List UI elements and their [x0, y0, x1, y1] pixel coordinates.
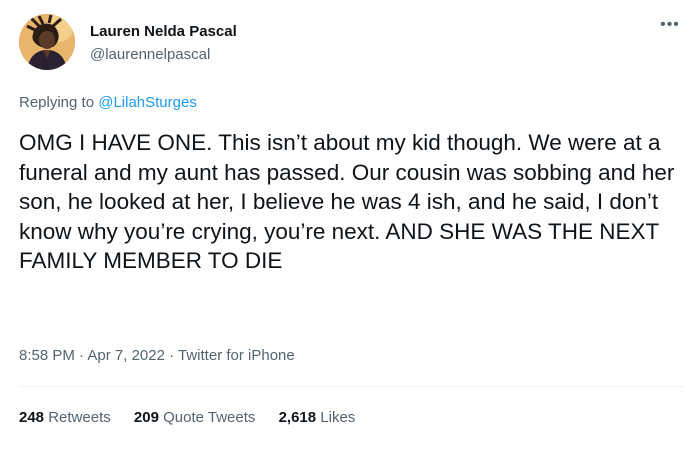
quote-tweets-stat[interactable]: 209 Quote Tweets [134, 408, 255, 428]
profile-photo-icon [19, 14, 75, 70]
tweet-card: Lauren Nelda Pascal @laurennelpascal •••… [0, 0, 700, 449]
more-horizontal-icon[interactable]: ••• [658, 17, 682, 38]
meta-separator: · [74, 347, 88, 364]
retweets-label: Retweets [48, 409, 111, 426]
retweets-count: 248 [19, 409, 45, 426]
tweet-source[interactable]: Twitter for iPhone [178, 347, 295, 364]
likes-stat[interactable]: 2,618 Likes [279, 408, 356, 428]
quote-tweets-count: 209 [133, 409, 159, 426]
tweet-stats: 248 Retweets 209 Quote Tweets 2,618 Like… [19, 408, 374, 428]
author-handle[interactable]: @laurennelpascal [90, 45, 237, 65]
reply-mention-link[interactable]: @LilahSturges [98, 94, 197, 111]
replying-to: Replying to @LilahSturges [19, 93, 197, 113]
likes-count: 2,618 [278, 409, 317, 426]
avatar[interactable] [19, 14, 75, 70]
likes-label: Likes [320, 409, 356, 426]
author-display-name[interactable]: Lauren Nelda Pascal [90, 22, 237, 42]
meta-separator: · [164, 347, 179, 364]
retweets-stat[interactable]: 248 Retweets [19, 408, 111, 428]
tweet-date[interactable]: Apr 7, 2022 [87, 347, 165, 364]
author-names: Lauren Nelda Pascal @laurennelpascal [90, 22, 237, 65]
quote-tweets-label: Quote Tweets [163, 409, 256, 426]
tweet-time[interactable]: 8:58 PM [19, 347, 75, 364]
divider [19, 386, 684, 387]
tweet-header: Lauren Nelda Pascal @laurennelpascal ••• [19, 14, 684, 74]
tweet-meta: 8:58 PM · Apr 7, 2022 · Twitter for iPho… [19, 346, 295, 366]
tweet-text: OMG I HAVE ONE. This isn’t about my kid … [19, 130, 675, 273]
replying-to-label: Replying to [19, 94, 99, 111]
